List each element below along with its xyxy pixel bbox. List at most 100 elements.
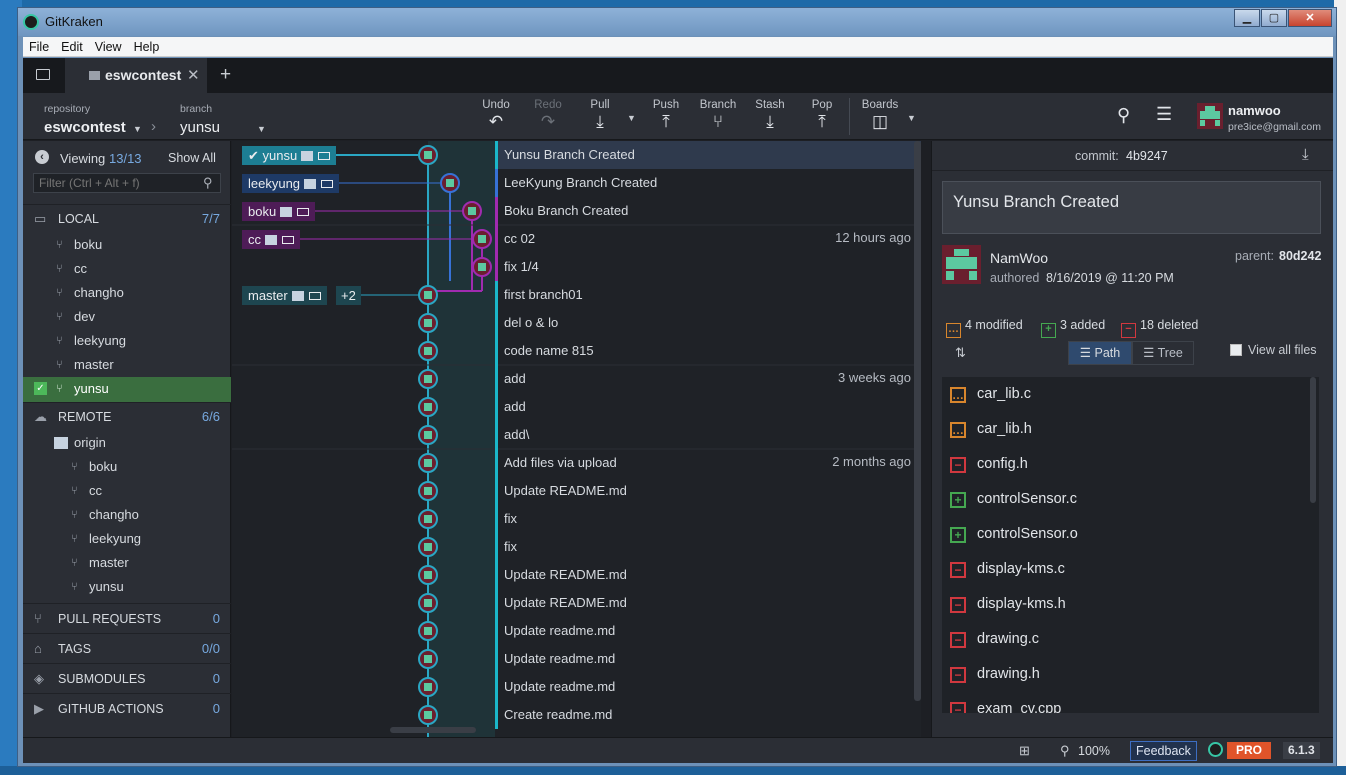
minimize-button[interactable]: ▁	[1234, 9, 1260, 27]
tab-eswcontest[interactable]: eswcontest ✕	[65, 58, 207, 93]
commit-row[interactable]: Update readme.md	[232, 617, 921, 645]
remote-branch-cc[interactable]: ⑂ cc	[23, 479, 231, 503]
local-branch-master[interactable]: ⑂ master	[23, 353, 231, 377]
remote-branch-leekyung[interactable]: ⑂ leekyung	[23, 527, 231, 551]
commit-row[interactable]: Yunsu Branch Created	[232, 141, 921, 169]
download-icon[interactable]: ⤓	[1302, 146, 1309, 163]
local-branch-boku[interactable]: ⑂ boku	[23, 233, 231, 257]
gift-icon[interactable]: ⊞	[1019, 743, 1030, 759]
menu-file[interactable]: File	[23, 40, 55, 54]
tab-close-icon[interactable]: ✕	[187, 66, 200, 84]
maximize-button[interactable]: ▢	[1261, 9, 1287, 27]
local-branch-leekyung[interactable]: ⑂ leekyung	[23, 329, 231, 353]
branch-caret-icon[interactable]: ▼	[257, 124, 266, 134]
collapse-sidebar-icon[interactable]: ‹	[35, 150, 49, 164]
tree-view-button[interactable]: ☰ Tree	[1132, 341, 1194, 365]
commit-hash[interactable]: 4b9247	[1126, 149, 1168, 163]
branch-name[interactable]: yunsu	[180, 119, 220, 136]
user-avatar[interactable]	[1197, 103, 1223, 129]
commit-row[interactable]: del o & lo	[232, 309, 921, 337]
file-row[interactable]: − drawing.h	[942, 657, 1319, 692]
graph-horizontal-scrollbar[interactable]	[390, 727, 476, 733]
pull-requests-section[interactable]: ⑂ PULL REQUESTS 0	[23, 603, 231, 633]
close-button[interactable]: ✕	[1288, 9, 1332, 27]
file-list-scrollbar[interactable]	[1310, 377, 1316, 503]
pro-badge[interactable]: PRO	[1227, 742, 1272, 759]
file-row[interactable]: − exam_cv.cpp	[942, 692, 1319, 713]
open-repo-folder-icon[interactable]	[36, 69, 50, 80]
sort-icon[interactable]: ⇅	[955, 345, 966, 361]
github-actions-section[interactable]: ▶ GITHUB ACTIONS 0	[23, 693, 231, 723]
title-bar[interactable]: GitKraken ▁ ▢ ✕	[18, 8, 1336, 36]
filter-input[interactable]	[33, 173, 221, 193]
menu-help[interactable]: Help	[128, 40, 166, 54]
pull-options-caret-icon[interactable]: ▼	[627, 113, 636, 123]
repository-name[interactable]: eswcontest	[44, 119, 126, 136]
undo-button[interactable]: Undo ↶	[471, 99, 521, 132]
local-branch-changho[interactable]: ⑂ changho	[23, 281, 231, 305]
remote-branch-changho[interactable]: ⑂ changho	[23, 503, 231, 527]
commit-row[interactable]: Update README.md	[232, 477, 921, 505]
show-all-button[interactable]: Show All	[168, 151, 216, 165]
redo-button[interactable]: Redo ↷	[523, 99, 573, 132]
commit-row[interactable]: Boku Branch Created	[232, 197, 921, 225]
view-all-files-checkbox[interactable]	[1230, 344, 1242, 356]
commit-avatar-node	[418, 285, 438, 305]
file-row[interactable]: − drawing.c	[942, 622, 1319, 657]
parent-hash[interactable]: 80d242	[1279, 249, 1321, 263]
file-row[interactable]: − config.h	[942, 447, 1319, 482]
boards-button[interactable]: Boards ◫	[855, 99, 905, 132]
file-row[interactable]: + controlSensor.o	[942, 517, 1319, 552]
commit-row[interactable]: first branch01	[232, 281, 921, 309]
stash-button[interactable]: Stash ⤓	[745, 99, 795, 132]
tags-section[interactable]: ⌂ TAGS 0/0	[23, 633, 231, 663]
feedback-button[interactable]: Feedback	[1130, 741, 1197, 761]
push-button[interactable]: Push ⤒	[641, 99, 691, 132]
new-tab-icon[interactable]: +	[220, 64, 231, 86]
path-view-button[interactable]: ☰ Path	[1068, 341, 1132, 365]
menu-view[interactable]: View	[89, 40, 128, 54]
submodules-section[interactable]: ◈ SUBMODULES 0	[23, 663, 231, 693]
commit-row[interactable]: Add files via upload 2 months ago	[232, 449, 921, 477]
remote-branch-boku[interactable]: ⑂ boku	[23, 455, 231, 479]
commit-row[interactable]: Update README.md	[232, 589, 921, 617]
search-icon[interactable]: ⚲	[1117, 105, 1130, 126]
commit-row[interactable]: fix	[232, 533, 921, 561]
commit-row[interactable]: code name 815	[232, 337, 921, 365]
file-row[interactable]: − display-kms.h	[942, 587, 1319, 622]
pull-button[interactable]: Pull ⤓	[575, 99, 625, 132]
commit-message-box[interactable]: Yunsu Branch Created	[942, 181, 1321, 234]
commit-row[interactable]: add\	[232, 421, 921, 449]
remote-origin[interactable]: origin	[23, 431, 231, 455]
commit-row[interactable]: fix	[232, 505, 921, 533]
remote-branch-master[interactable]: ⑂ master	[23, 551, 231, 575]
file-row[interactable]: … car_lib.c	[942, 377, 1319, 412]
commit-row[interactable]: fix 1/4	[232, 253, 921, 281]
local-branch-yunsu-active[interactable]: ✓ ⑂ yunsu	[23, 377, 231, 402]
commit-row[interactable]: add	[232, 393, 921, 421]
file-row[interactable]: + controlSensor.c	[942, 482, 1319, 517]
zoom-level[interactable]: 100%	[1078, 744, 1110, 758]
pop-button[interactable]: Pop ⤒	[797, 99, 847, 132]
file-row[interactable]: … car_lib.h	[942, 412, 1319, 447]
commit-row[interactable]: Create readme.md	[232, 701, 921, 729]
menu-hamburger-icon[interactable]: ☰	[1156, 104, 1172, 125]
graph-vertical-scrollbar[interactable]	[914, 141, 921, 701]
remote-section-header[interactable]: ☁ REMOTE 6/6	[23, 402, 231, 430]
commit-row[interactable]: Update readme.md	[232, 645, 921, 673]
commit-row[interactable]: Update readme.md	[232, 673, 921, 701]
local-branch-cc[interactable]: ⑂ cc	[23, 257, 231, 281]
branch-button[interactable]: Branch ⑂	[693, 99, 743, 132]
remote-branch-yunsu[interactable]: ⑂ yunsu	[23, 575, 231, 599]
file-row[interactable]: − display-kms.c	[942, 552, 1319, 587]
commit-row[interactable]: LeeKyung Branch Created	[232, 169, 921, 197]
repository-caret-icon[interactable]: ▼	[133, 124, 142, 134]
local-branch-dev[interactable]: ⑂ dev	[23, 305, 231, 329]
local-section-header[interactable]: ▭ LOCAL 7/7	[23, 204, 231, 232]
boards-caret-icon[interactable]: ▼	[907, 113, 916, 123]
menu-edit[interactable]: Edit	[55, 40, 89, 54]
commit-row[interactable]: cc 02 12 hours ago	[232, 225, 921, 253]
zoom-icon[interactable]: ⚲	[1060, 743, 1070, 759]
commit-row[interactable]: add 3 weeks ago	[232, 365, 921, 393]
commit-row[interactable]: Update README.md	[232, 561, 921, 589]
